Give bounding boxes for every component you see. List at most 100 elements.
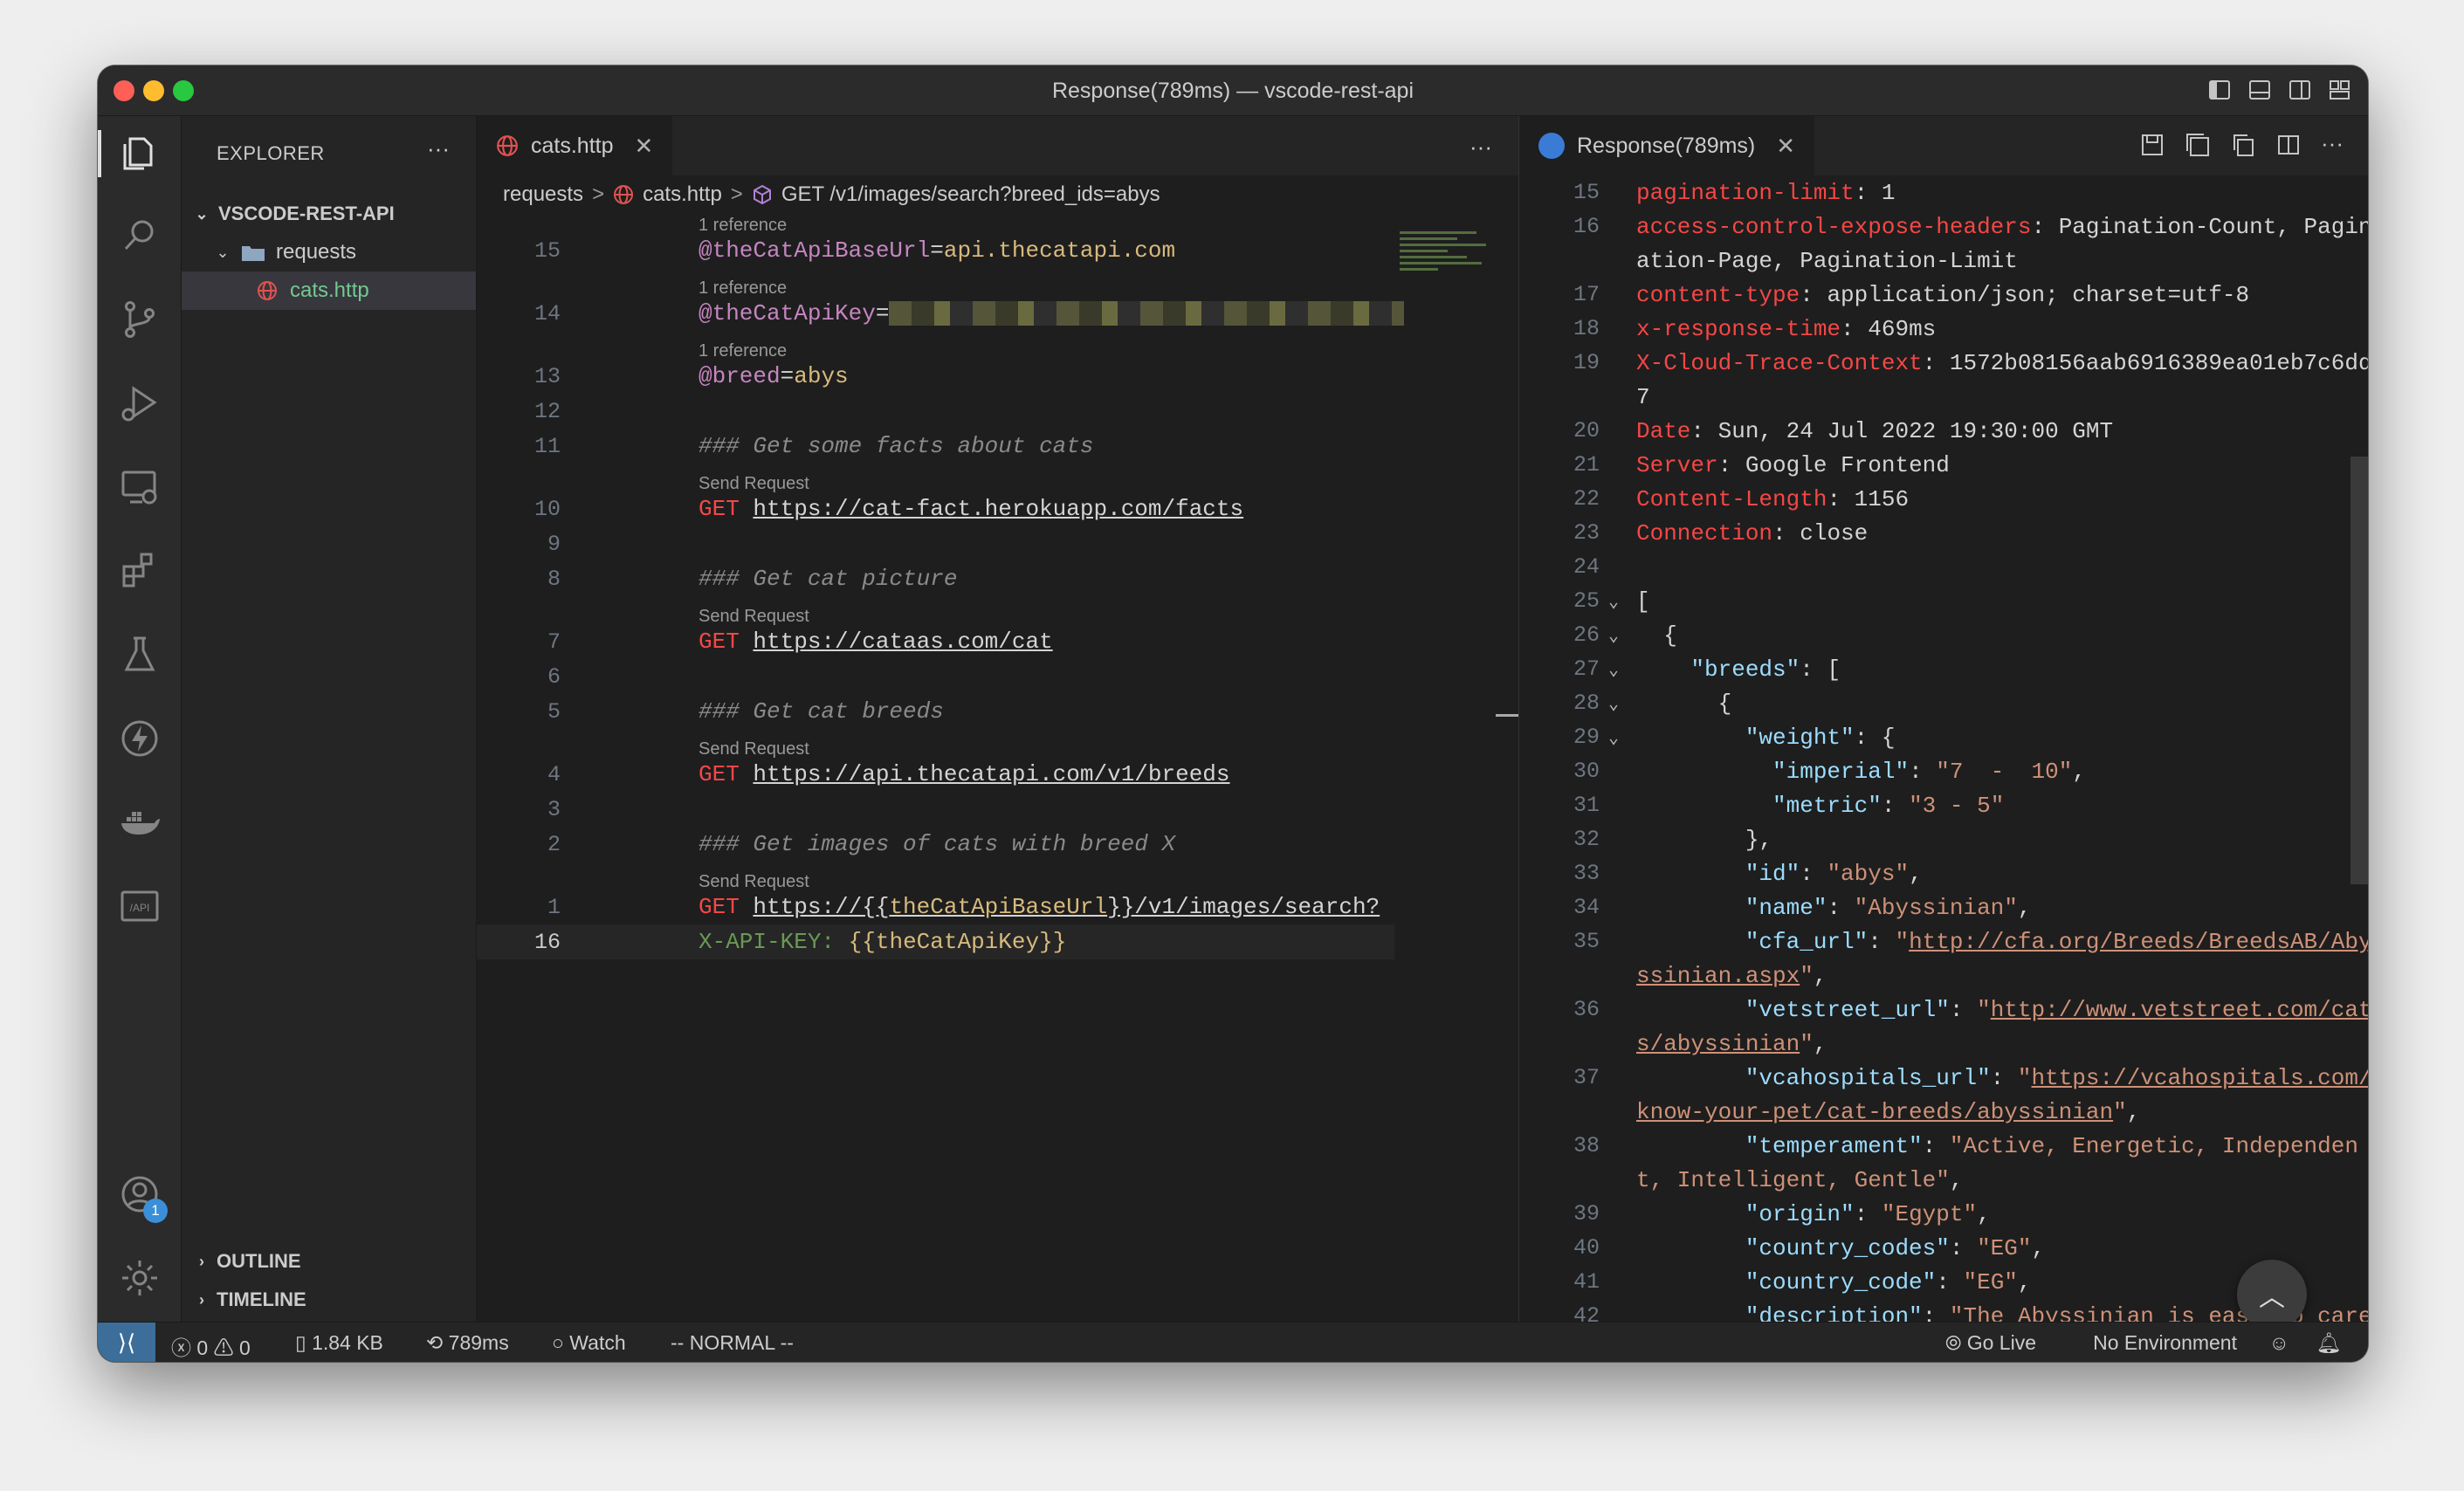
toggle-secondary-sidebar-icon[interactable]	[2288, 78, 2312, 102]
close-icon[interactable]: ✕	[635, 133, 654, 160]
json-string: "	[1895, 928, 1910, 955]
environment-selector[interactable]: No Environment	[2093, 1331, 2237, 1355]
project-root[interactable]: ⌄ VSCODE-REST-API	[182, 195, 476, 233]
project-name: VSCODE-REST-API	[218, 203, 395, 224]
request-url[interactable]: https://cat-fact.herokuapp.com/facts	[753, 496, 1243, 522]
response-text: "name": "Abyssinian",	[1636, 895, 2032, 921]
response-text: {	[1636, 691, 1732, 717]
request-url[interactable]: https://cataas.com/cat	[753, 629, 1052, 655]
fold-chevron-icon[interactable]: ⌄	[1608, 726, 1619, 749]
docker-activity[interactable]	[98, 792, 182, 853]
header-value: 469ms	[1854, 315, 1937, 342]
json-punctuation: :	[1868, 928, 1896, 955]
accounts-activity[interactable]: 1	[98, 1164, 182, 1225]
json-link[interactable]: http://www.vetstreet.com/cat	[1991, 997, 2368, 1023]
api-activity[interactable]: /API	[98, 876, 182, 937]
folder-requests[interactable]: ⌄ requests	[182, 233, 476, 271]
watch-button[interactable]: ○ Watch	[552, 1331, 626, 1355]
fold-chevron-icon[interactable]: ⌄	[1608, 658, 1619, 681]
json-punctuation: :	[1800, 860, 1827, 887]
file-cats-http[interactable]: cats.http	[182, 271, 476, 310]
thunder-client-activity[interactable]	[98, 708, 182, 769]
breadcrumb-file[interactable]: cats.http	[643, 182, 722, 207]
fold-chevron-icon[interactable]: ⌄	[1608, 624, 1619, 647]
tab-bar-left: cats.http ✕ ···	[477, 116, 1518, 175]
testing-activity[interactable]	[98, 624, 182, 685]
tab-response[interactable]: Response(789ms) ✕	[1519, 116, 1815, 175]
fold-chevron-icon[interactable]: ⌄	[1608, 692, 1619, 715]
window-title: Response(789ms) — vscode-rest-api	[1051, 79, 1414, 103]
explorer-more-actions[interactable]: ···	[427, 135, 450, 162]
activity-bar: /API 1	[98, 116, 182, 1322]
request-url[interactable]: https://api.thecatapi.com/v1/breeds	[753, 761, 1229, 787]
split-editor-icon[interactable]	[2275, 132, 2302, 158]
toggle-primary-sidebar-icon[interactable]	[2207, 78, 2232, 102]
http-method: GET	[699, 629, 740, 655]
response-line: 32 },	[1519, 822, 2368, 856]
json-link[interactable]: ssinian.aspx	[1636, 963, 1800, 989]
editor-more-actions[interactable]: ···	[2321, 132, 2347, 158]
time-label: 789ms	[448, 1331, 509, 1354]
comment: ### Get cat breeds	[699, 698, 944, 725]
response-text: s/abyssinian",	[1636, 1031, 1827, 1057]
response-text: "weight": {	[1636, 725, 1896, 751]
line-number: 21	[1573, 452, 1600, 478]
source-control-activity[interactable]	[98, 289, 182, 350]
response-size[interactable]: ▯ 1.84 KB	[295, 1331, 383, 1355]
json-link[interactable]: https://vcahospitals.com/	[2032, 1065, 2369, 1091]
toggle-panel-icon[interactable]	[2247, 78, 2272, 102]
header-key: access-control-expose-headers	[1636, 213, 2032, 240]
json-punctuation: :	[1827, 894, 1855, 921]
close-icon[interactable]: ✕	[1776, 133, 1795, 160]
notifications-bell-icon[interactable]: 🔔︎	[2316, 1331, 2342, 1355]
remote-indicator[interactable]: ⟩⟨	[98, 1323, 155, 1362]
problems-indicator[interactable]: ⓧ 0 ⚠ 0	[171, 1331, 251, 1361]
editor-more-actions[interactable]: ···	[1469, 134, 1492, 161]
json-key: "temperament"	[1636, 1132, 1923, 1159]
response-line: 20 Date: Sun, 24 Jul 2022 19:30:00 GMT	[1519, 414, 2368, 448]
header-key: Server	[1636, 451, 1718, 478]
folder-label: requests	[276, 240, 357, 264]
tab-cats-http[interactable]: cats.http ✕	[477, 116, 673, 175]
save-response-icon[interactable]	[2139, 132, 2165, 158]
code-line: 5 ### Get cat breeds	[477, 694, 1518, 729]
code-line: 15 @theCatApiBaseUrl=api.thecatapi.com	[477, 233, 1518, 268]
customize-layout-icon[interactable]	[2328, 78, 2352, 102]
breadcrumb-folder[interactable]: requests	[503, 182, 583, 207]
explorer-activity[interactable]	[98, 123, 182, 184]
response-text: "origin": "Egypt",	[1636, 1201, 1991, 1227]
response-text: Server: Google Frontend	[1636, 452, 1950, 478]
json-link[interactable]: http://cfa.org/Breeds/BreedsAB/Aby	[1909, 929, 2368, 955]
json-link[interactable]: know-your-pet/cat-breeds/abyssinian	[1636, 1099, 2113, 1125]
header-value: Sun, 24 Jul 2022 19:30:00 GMT	[1704, 417, 2114, 444]
manage-activity[interactable]	[98, 1247, 182, 1309]
json-link[interactable]: s/abyssinian	[1636, 1031, 1800, 1057]
copy-response-icon[interactable]	[2230, 132, 2256, 158]
broadcast-icon: ⦾	[1944, 1331, 1962, 1354]
go-live-button[interactable]: ⦾ Go Live	[1945, 1331, 2036, 1355]
variable-value: api.thecatapi.com	[943, 237, 1176, 264]
timeline-section[interactable]: › TIMELINE	[182, 1281, 476, 1319]
search-activity[interactable]	[98, 205, 182, 266]
line-number: 32	[1573, 827, 1600, 852]
line-number: 28	[1573, 691, 1600, 716]
status-bar: ⟩⟨ ⓧ 0 ⚠ 0 ▯ 1.84 KB ⟲ 789ms ○ Watch -- …	[98, 1322, 2368, 1362]
breadcrumb-symbol[interactable]: GET /v1/images/search?breed_ids=abys	[781, 182, 1160, 207]
remote-explorer-activity[interactable]	[98, 457, 182, 518]
header-variable: theCatApiKey	[875, 929, 1040, 955]
feedback-icon[interactable]: ☺	[2269, 1331, 2289, 1355]
scroll-to-top-button[interactable]: ︿	[2237, 1260, 2307, 1330]
save-response-body-icon[interactable]	[2185, 132, 2211, 158]
outline-section[interactable]: › OUTLINE	[182, 1242, 476, 1281]
response-text: x-response-time: 469ms	[1636, 316, 1936, 342]
header-key: Connection	[1636, 519, 1773, 546]
run-debug-activity[interactable]	[98, 373, 182, 434]
redacted-api-key	[889, 301, 1405, 326]
response-time[interactable]: ⟲ 789ms	[426, 1331, 509, 1355]
scrollbar-thumb[interactable]	[2350, 457, 2368, 884]
fold-chevron-icon[interactable]: ⌄	[1608, 590, 1619, 613]
json-punctuation: ,	[1813, 1030, 1827, 1057]
line-number: 33	[1573, 861, 1600, 886]
extensions-activity[interactable]	[98, 540, 182, 601]
vscode-window: Response(789ms) — vscode-rest-api /API 1…	[98, 65, 2368, 1362]
